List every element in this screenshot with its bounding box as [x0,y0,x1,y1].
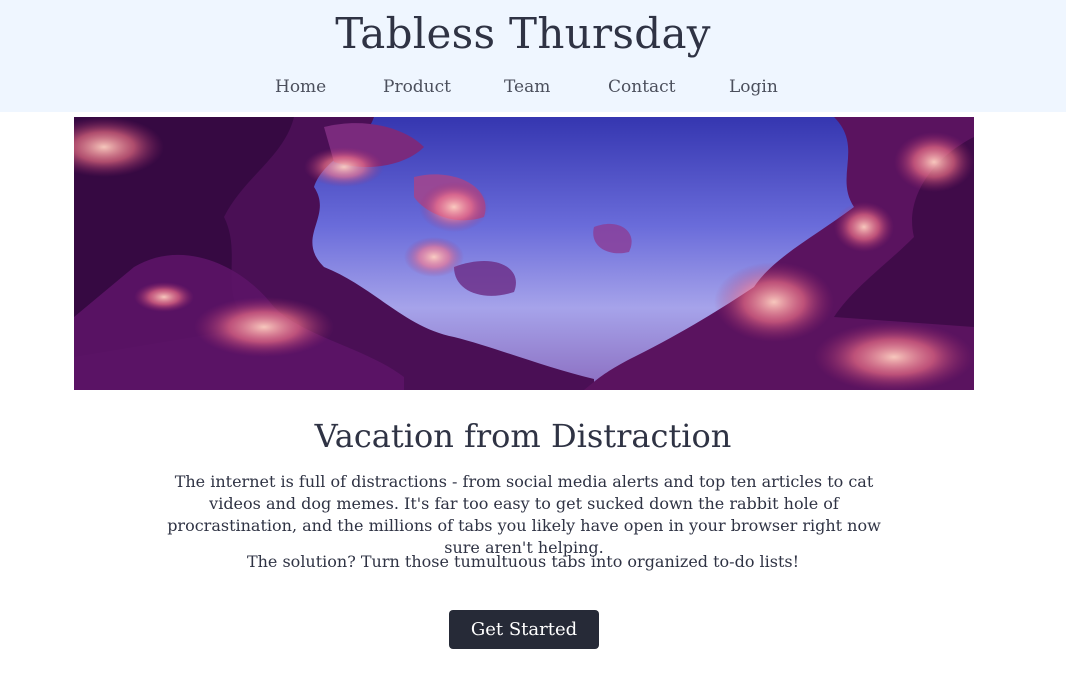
hero-image [74,117,974,390]
site-header: Tabless Thursday Home Product Team Conta… [0,0,1066,112]
nav-item-product[interactable]: Product [383,74,451,100]
hero-clouds-illustration [74,117,974,390]
nav-item-home[interactable]: Home [275,74,326,100]
section-heading: Vacation from Distraction [314,417,732,455]
get-started-button[interactable]: Get Started [449,610,599,649]
main-nav: Home Product Team Contact Login [0,74,1066,100]
intro-paragraph: The internet is full of distractions - f… [167,472,881,557]
nav-item-login[interactable]: Login [729,74,778,100]
site-title: Tabless Thursday [335,9,711,58]
nav-item-team[interactable]: Team [504,74,550,100]
nav-item-contact[interactable]: Contact [608,74,676,100]
solution-paragraph: The solution? Turn those tumultuous tabs… [246,552,800,571]
